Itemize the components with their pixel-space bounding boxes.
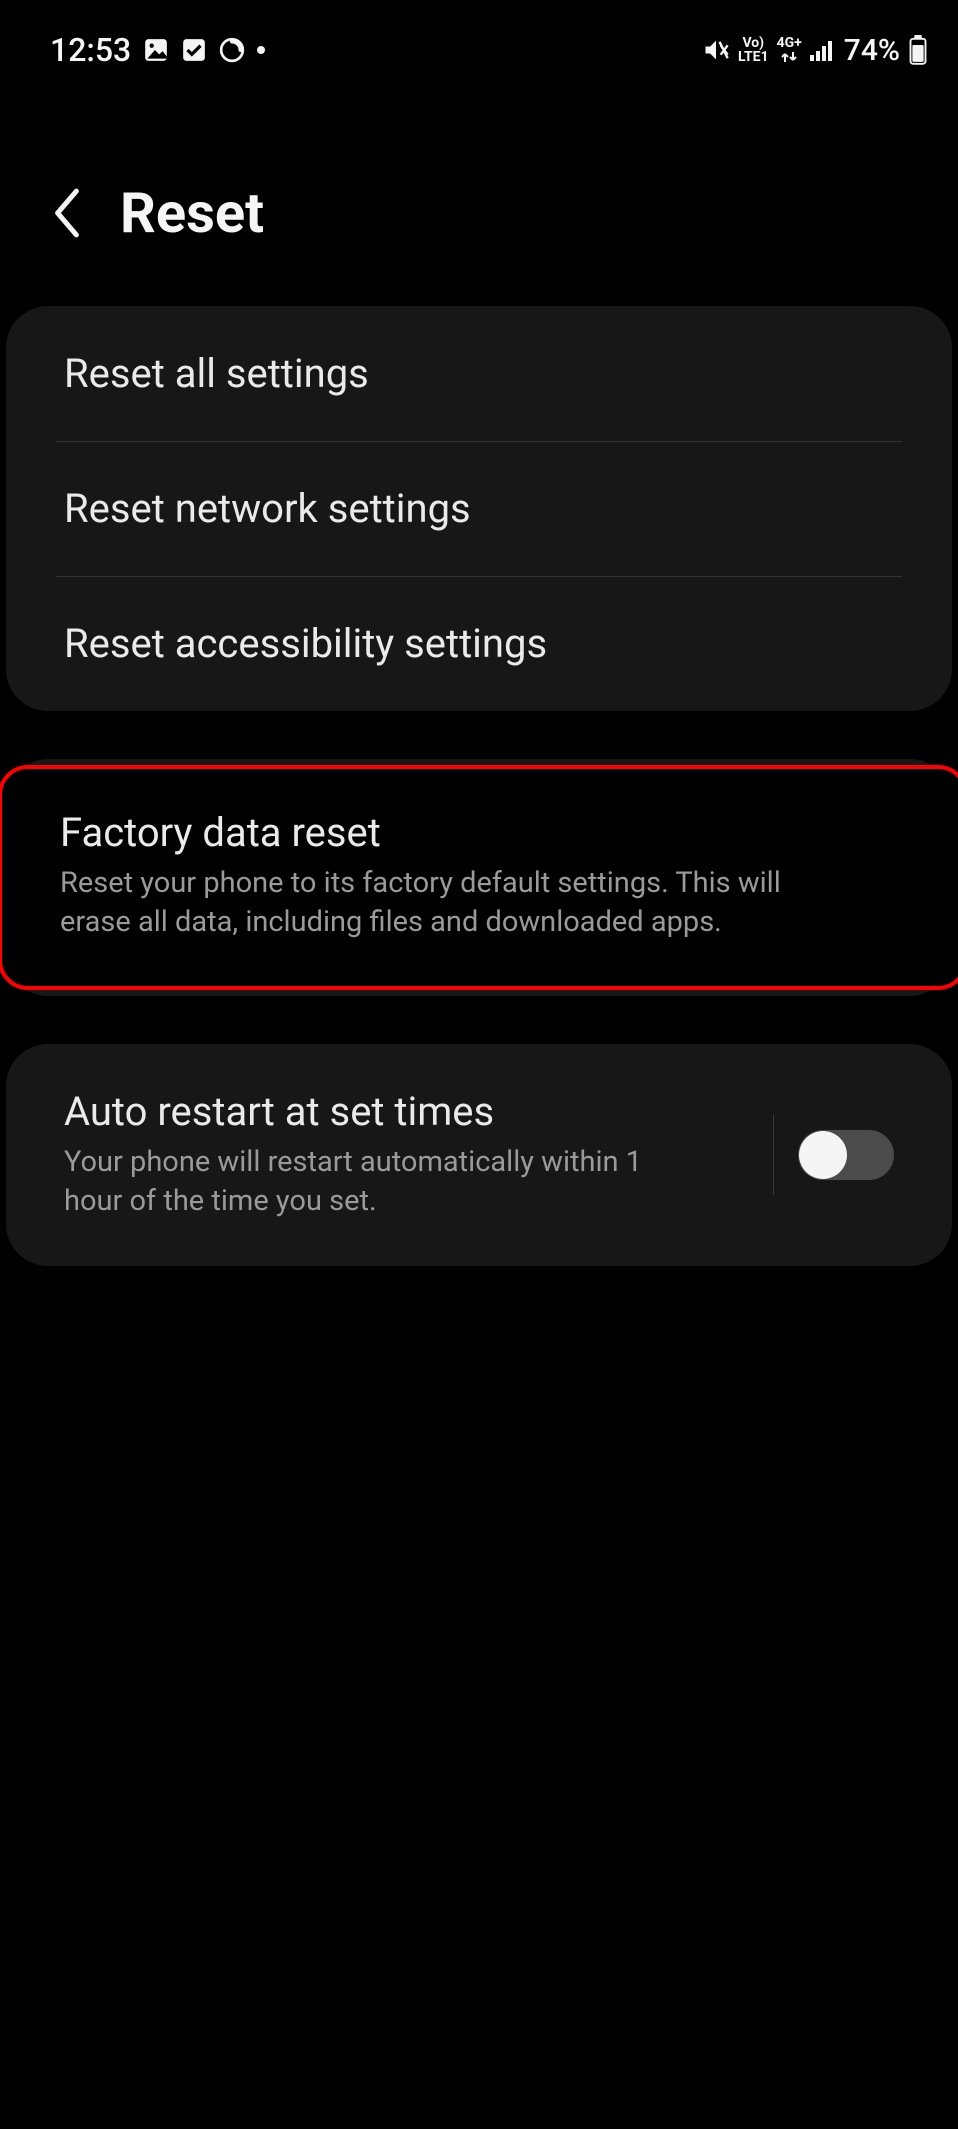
checkbox-icon: [181, 37, 207, 63]
status-bar-left: 12:53: [50, 31, 265, 69]
volte-bottom: LTE1: [738, 50, 769, 64]
reset-network-settings-row[interactable]: Reset network settings: [6, 441, 952, 576]
auto-restart-text: Auto restart at set times Your phone wil…: [64, 1088, 749, 1221]
mute-icon: [702, 36, 730, 64]
status-bar-right: Vo) LTE1 4G+ 74%: [702, 33, 928, 68]
battery-percent: 74%: [844, 33, 900, 68]
status-time: 12:53: [50, 31, 131, 69]
volte-indicator: Vo) LTE1: [738, 36, 769, 64]
back-icon[interactable]: [48, 188, 86, 238]
status-bar: 12:53 Vo) LTE1 4G+ 74%: [0, 0, 958, 80]
reset-options-card: Reset all settings Reset network setting…: [6, 306, 952, 711]
update-icon: [219, 37, 245, 63]
row-title: Auto restart at set times: [64, 1088, 749, 1135]
toggle-knob-icon: [799, 1131, 847, 1179]
battery-icon: [908, 35, 928, 65]
row-subtitle: Reset your phone to its factory default …: [60, 864, 840, 942]
row-title: Reset all settings: [64, 350, 894, 397]
page-title: Reset: [120, 180, 264, 246]
row-subtitle: Your phone will restart automatically wi…: [64, 1143, 684, 1221]
row-title: Reset accessibility settings: [64, 620, 894, 667]
signal-icon: [810, 39, 836, 61]
auto-restart-row[interactable]: Auto restart at set times Your phone wil…: [6, 1044, 952, 1265]
reset-all-settings-row[interactable]: Reset all settings: [6, 306, 952, 441]
netgen-top: 4G+: [777, 36, 802, 50]
data-arrows-icon: [781, 50, 797, 64]
more-notifications-dot-icon: [257, 46, 265, 54]
factory-data-reset-row[interactable]: Factory data reset Reset your phone to i…: [0, 765, 958, 990]
reset-accessibility-settings-row[interactable]: Reset accessibility settings: [6, 576, 952, 711]
auto-restart-card: Auto restart at set times Your phone wil…: [6, 1044, 952, 1265]
network-type-indicator: 4G+: [777, 36, 802, 64]
toggle-separator: [773, 1115, 774, 1195]
row-title: Reset network settings: [64, 485, 894, 532]
volte-top: Vo): [742, 36, 764, 50]
gallery-icon: [143, 37, 169, 63]
row-title: Factory data reset: [60, 809, 906, 856]
factory-reset-card: Factory data reset Reset your phone to i…: [6, 759, 952, 996]
page-header: Reset: [0, 80, 958, 306]
auto-restart-toggle[interactable]: [798, 1130, 894, 1180]
content: Reset all settings Reset network setting…: [0, 306, 958, 1266]
